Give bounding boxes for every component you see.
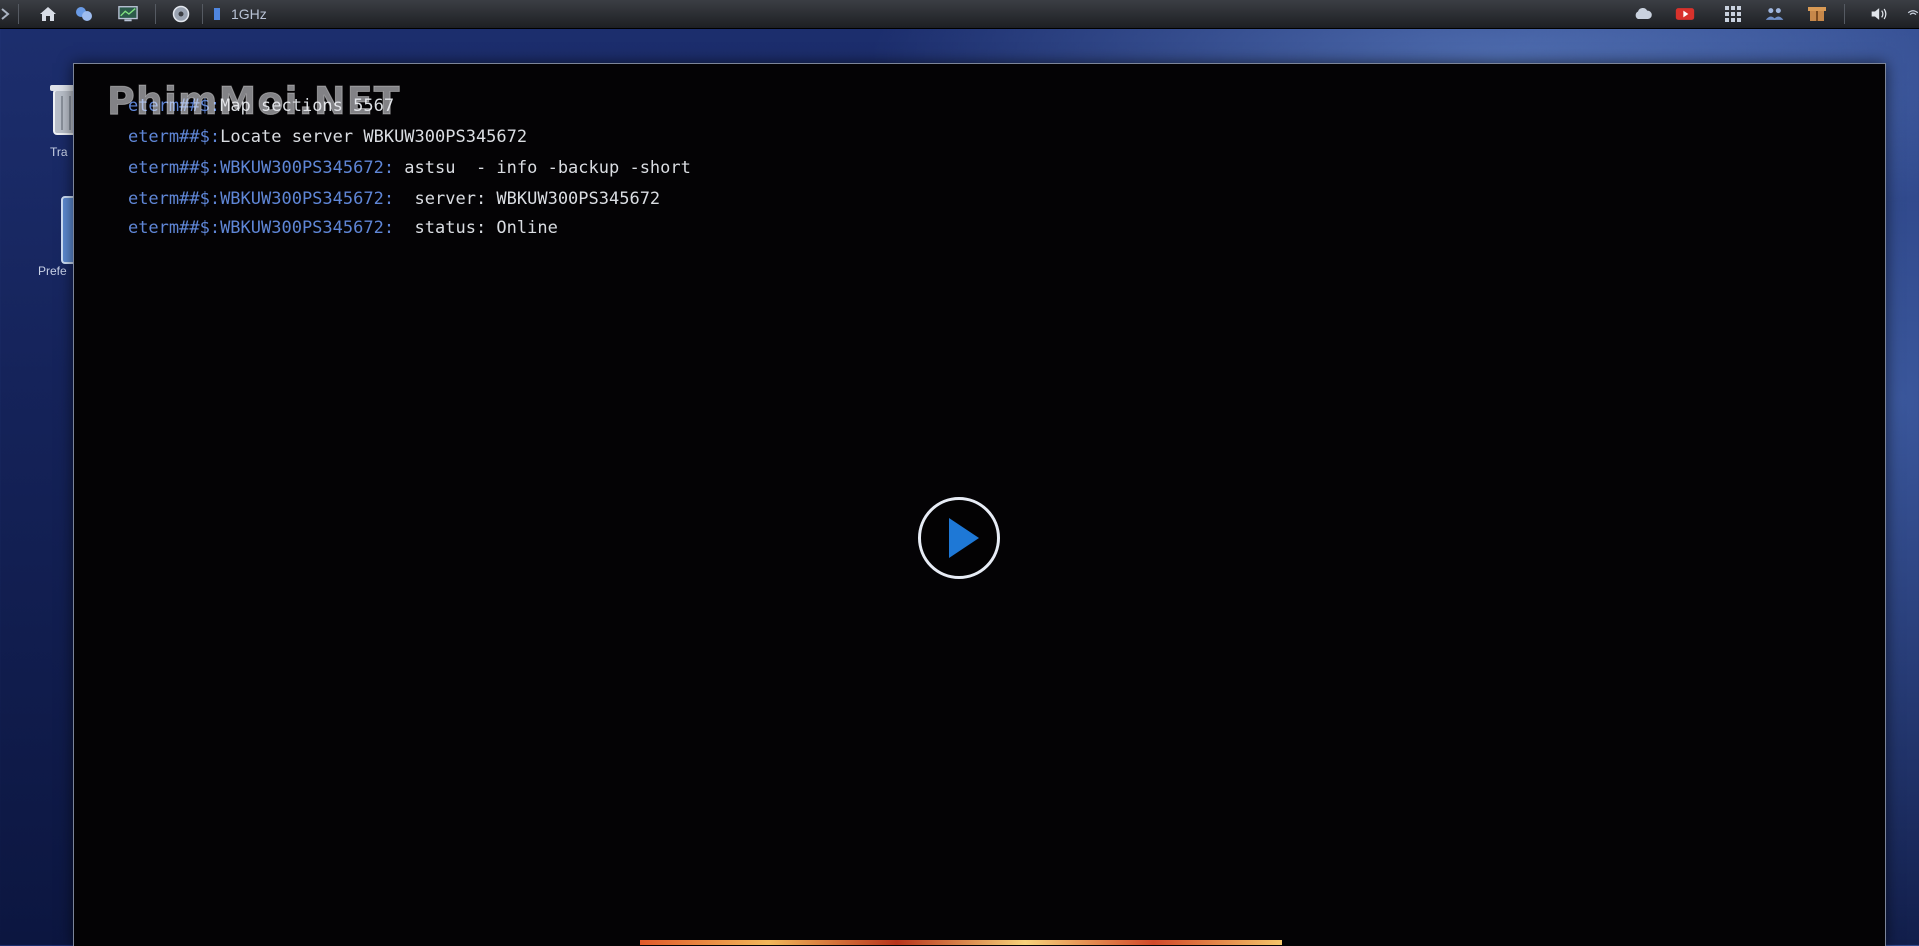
network-icon[interactable]	[71, 3, 97, 25]
terminal-line: eterm##$:WBKUW300PS345672: status: Onlin…	[87, 198, 558, 258]
home-icon[interactable]	[35, 3, 61, 25]
apps-grid-icon[interactable]	[1720, 3, 1746, 25]
users-icon[interactable]	[1762, 3, 1788, 25]
play-icon	[949, 518, 979, 558]
terminal-window[interactable]: eterm##$:Map sections 5567 eterm##$:Loca…	[73, 63, 1886, 946]
system-tray	[1614, 0, 1919, 28]
watermark-logo: PhimMoi.NET	[107, 79, 401, 124]
thumbnail-strip[interactable]	[640, 940, 1282, 945]
top-panel: 1GHz	[0, 0, 1919, 29]
panel-separator	[202, 4, 203, 24]
panel-separator	[1844, 4, 1845, 24]
volume-icon[interactable]	[1867, 3, 1893, 25]
panel-separator	[155, 4, 156, 24]
panel-separator	[18, 4, 19, 24]
media-icon[interactable]	[1672, 3, 1698, 25]
play-button[interactable]	[918, 497, 1000, 579]
cpu-icon	[211, 3, 223, 25]
terminal-text: status: Online	[394, 218, 558, 238]
menu-icon[interactable]	[0, 3, 14, 25]
cpu-frequency-label: 1GHz	[231, 6, 267, 22]
monitor-icon[interactable]	[115, 3, 141, 25]
terminal-prompt: eterm##$:WBKUW300PS345672:	[127, 218, 395, 238]
cloud-icon[interactable]	[1630, 3, 1656, 25]
disk-icon[interactable]	[168, 3, 194, 25]
package-icon[interactable]	[1804, 3, 1830, 25]
wifi-icon[interactable]	[1907, 3, 1919, 25]
